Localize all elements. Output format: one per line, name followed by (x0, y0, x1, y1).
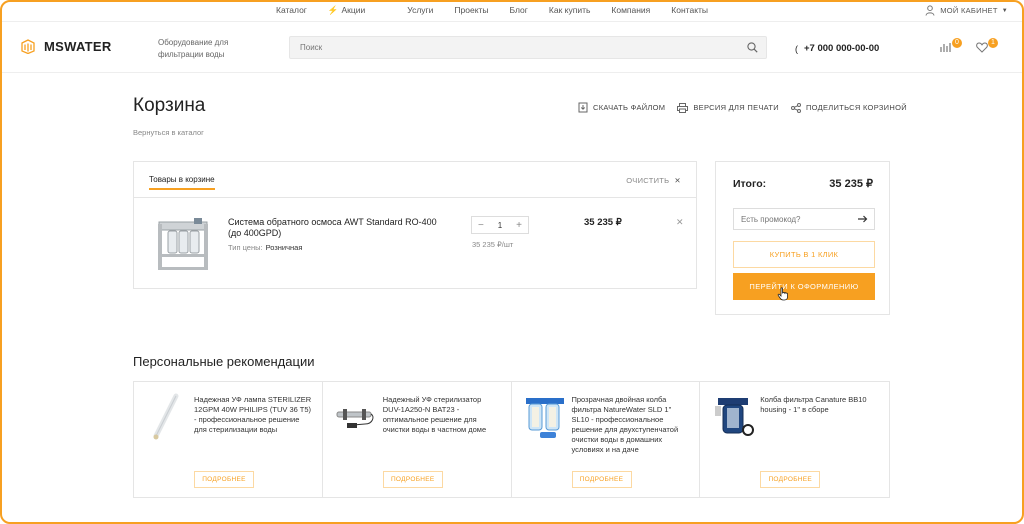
tagline: Оборудование для фильтрации воды (158, 38, 229, 59)
total-label: Итого: (733, 178, 767, 190)
nav-how-to-buy[interactable]: Как купить (549, 5, 591, 16)
nav-company[interactable]: Компания (611, 5, 650, 16)
checkout-button[interactable]: ПЕРЕЙТИ К ОФОРМЛЕНИЮ (733, 273, 875, 300)
recommendation-card: Надежный УФ стерилизатор DUV-1A250-N BAT… (323, 382, 512, 497)
product-image-uv-lamp[interactable] (146, 392, 188, 442)
details-button[interactable]: ПОДРОБНЕЕ (760, 471, 821, 488)
price-type: Тип цены: Розничная (228, 243, 302, 252)
nav-blog[interactable]: Блог (510, 5, 528, 16)
cart-panel: Товары в корзине ОЧИСТИТЬ ✕ Система обрат… (133, 161, 697, 289)
compare-count-badge: 0 (952, 38, 962, 48)
compare-button[interactable]: 0 (940, 38, 962, 58)
buy-one-click-button[interactable]: КУПИТЬ В 1 КЛИК (733, 241, 875, 268)
nav-services[interactable]: Услуги (407, 5, 433, 16)
chart-bars-icon (940, 43, 951, 52)
product-image-uv-sterilizer[interactable] (335, 392, 377, 442)
favorites-count-badge: 1 (988, 38, 998, 48)
product-image-ro-system[interactable] (154, 214, 212, 272)
search-bar (289, 36, 767, 59)
logo-icon (21, 39, 35, 54)
user-icon (925, 5, 935, 16)
nav-promotions[interactable]: ⚡ Акции (328, 5, 386, 16)
close-icon: ✕ (674, 176, 681, 185)
lightning-icon: ⚡ (327, 5, 339, 15)
logo[interactable]: MSWATER (21, 39, 112, 54)
recommendation-card: Надежная УФ лампа STERILIZER 12GPM 40W P… (134, 382, 323, 497)
recommendation-name[interactable]: Колба фильтра Canature BB10 housing - 1"… (760, 395, 878, 415)
order-summary: Итого: 35 235 ₽ КУПИТЬ В 1 КЛИК ПЕРЕЙТИ … (715, 161, 890, 315)
unit-price: 35 235 ₽/шт (472, 240, 514, 249)
favorites-button[interactable]: 1 (976, 38, 998, 58)
brand-name: MSWATER (44, 39, 112, 54)
total-value: 35 235 ₽ (829, 178, 873, 190)
clear-cart-button[interactable]: ОЧИСТИТЬ ✕ (626, 176, 681, 185)
heart-icon (976, 42, 988, 53)
nav-promotions-label: Акции (341, 5, 366, 15)
share-icon (790, 102, 801, 113)
phone-link[interactable]: ( +7 000 000-00-00 (795, 43, 879, 54)
top-navigation: Каталог ⚡ Акции Услуги Проекты Блог Как к… (0, 0, 1024, 22)
page-title: Корзина (133, 95, 206, 116)
share-cart-button[interactable]: ПОДЕЛИТЬСЯ КОРЗИНОЙ (790, 102, 907, 113)
price-type-label: Тип цены: (228, 243, 263, 252)
quantity-stepper: − 1 + (471, 216, 529, 234)
recommendation-card: Колба фильтра Canature BB10 housing - 1"… (700, 382, 889, 497)
phone-icon: ( (795, 43, 798, 54)
print-version-label: ВЕРСИЯ ДЛЯ ПЕЧАТИ (693, 103, 779, 112)
promo-code-field (733, 208, 875, 230)
plus-icon[interactable]: + (516, 220, 522, 231)
my-cabinet-label: МОЙ КАБИНЕТ (940, 6, 998, 15)
my-cabinet-button[interactable]: МОЙ КАБИНЕТ ▼ (925, 5, 1008, 16)
nav-projects[interactable]: Проекты (454, 5, 488, 16)
item-total-price: 35 235 ₽ (584, 217, 622, 228)
product-image-double-filter[interactable] (524, 392, 566, 442)
print-version-button[interactable]: ВЕРСИЯ ДЛЯ ПЕЧАТИ (677, 102, 779, 113)
minus-icon[interactable]: − (478, 220, 484, 231)
chevron-down-icon: ▼ (1001, 7, 1008, 14)
recommendations-title: Персональные рекомендации (133, 354, 315, 369)
remove-item-icon[interactable]: ✕ (676, 217, 684, 228)
quantity-value[interactable]: 1 (498, 221, 502, 230)
download-file-button[interactable]: СКАЧАТЬ ФАЙЛОМ (578, 102, 665, 113)
recommendation-card: Прозрачная двойная колба фильтра NatureW… (512, 382, 701, 497)
arrow-right-icon[interactable] (857, 214, 868, 224)
recommendation-name[interactable]: Прозрачная двойная колба фильтра NatureW… (572, 395, 690, 455)
site-header: MSWATER Оборудование для фильтрации воды… (0, 23, 1024, 73)
recommendation-name[interactable]: Надежная УФ лампа STERILIZER 12GPM 40W P… (194, 395, 312, 435)
recommendations-list: Надежная УФ лампа STERILIZER 12GPM 40W P… (133, 381, 890, 498)
hand-cursor-icon (777, 287, 788, 301)
cart-item-name[interactable]: Система обратного осмоса AWT Standard RO… (228, 217, 438, 239)
details-button[interactable]: ПОДРОБНЕЕ (382, 471, 443, 488)
details-button[interactable]: ПОДРОБНЕЕ (194, 471, 254, 488)
download-file-label: СКАЧАТЬ ФАЙЛОМ (593, 103, 666, 112)
search-input[interactable] (290, 37, 730, 58)
tab-cart-items[interactable]: Товары в корзине (149, 175, 215, 190)
nav-contacts[interactable]: Контакты (671, 5, 708, 16)
clear-cart-label: ОЧИСТИТЬ (626, 176, 670, 185)
search-icon[interactable] (747, 42, 758, 53)
price-type-value: Розничная (265, 243, 303, 252)
promo-code-input[interactable] (734, 209, 852, 230)
recommendation-name[interactable]: Надежный УФ стерилизатор DUV-1A250-N BAT… (383, 395, 501, 435)
nav-catalog[interactable]: Каталог (276, 5, 307, 16)
details-button[interactable]: ПОДРОБНЕЕ (571, 471, 632, 488)
share-cart-label: ПОДЕЛИТЬСЯ КОРЗИНОЙ (805, 103, 907, 112)
product-image-filter-housing[interactable] (712, 392, 755, 442)
download-icon (578, 102, 588, 113)
printer-icon (677, 102, 689, 113)
phone-number: +7 000 000-00-00 (804, 43, 880, 54)
back-to-catalog-link[interactable]: Вернуться в каталог (133, 128, 204, 137)
